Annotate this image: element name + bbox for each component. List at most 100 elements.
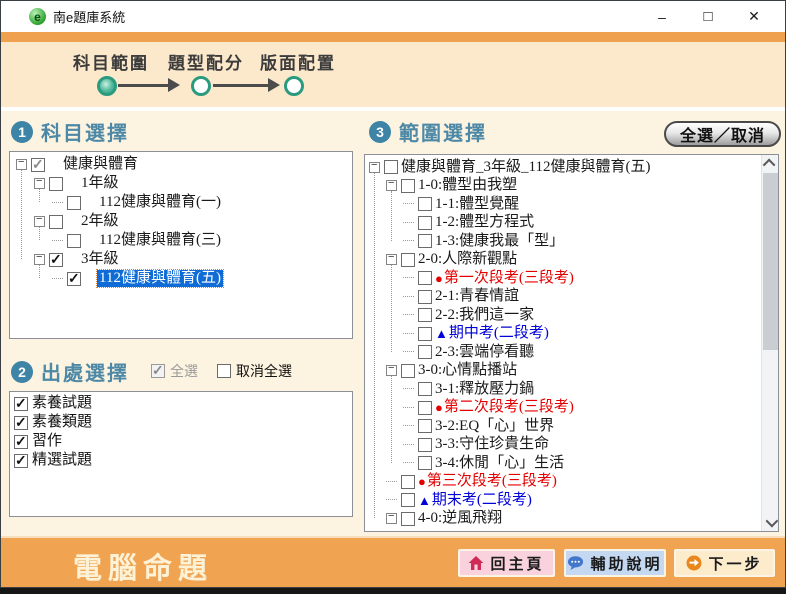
tree-item-label[interactable]: 3年級 [81, 252, 119, 267]
home-button[interactable]: 回主頁 [458, 549, 555, 577]
tree-item[interactable]: 3-0:心情點播站 [365, 362, 761, 381]
collapse-icon[interactable] [386, 513, 397, 524]
tree-item-exam[interactable]: ● 第二次段考(三段考) [365, 399, 761, 418]
checkbox[interactable] [14, 454, 28, 468]
checkbox[interactable] [49, 253, 63, 267]
checkbox[interactable] [14, 416, 28, 430]
tree-item[interactable]: 4-0:逆風飛翔 [365, 510, 761, 529]
list-item[interactable]: 習作 [12, 432, 352, 451]
collapse-icon[interactable] [386, 180, 397, 191]
checkbox[interactable] [401, 253, 415, 267]
tree-item[interactable]: 健康與體育 [10, 155, 352, 174]
tree-item-label[interactable]: 1-3:健康我最「型」 [435, 234, 564, 249]
tree-item-exam[interactable]: ● 第三次段考(三段考) [365, 473, 761, 492]
tree-item-exam[interactable]: ▲ 期末考(二段考) [365, 491, 761, 510]
checkbox[interactable] [418, 216, 432, 230]
collapse-icon[interactable] [386, 365, 397, 376]
tree-item[interactable]: 2-0:人際新觀點 [365, 251, 761, 270]
tree-item-label[interactable]: 112健康與體育(一) [99, 195, 221, 210]
select-all-checkbox[interactable] [151, 364, 165, 378]
checkbox[interactable] [31, 158, 45, 172]
checkbox[interactable] [418, 290, 432, 304]
vertical-scrollbar[interactable] [761, 155, 778, 531]
tree-item-label[interactable]: 健康與體育 [63, 157, 138, 172]
close-button[interactable]: ✕ [731, 8, 777, 25]
tree-item-exam[interactable]: ▲ 期中考(二段考) [365, 325, 761, 344]
checkbox[interactable] [14, 397, 28, 411]
select-all-toggle-button[interactable]: 全選／取消 [664, 121, 781, 147]
collapse-icon[interactable] [369, 162, 380, 173]
checkbox[interactable] [49, 215, 63, 229]
checkbox[interactable] [67, 234, 81, 248]
tree-item[interactable]: 2-1:青春情誼 [365, 288, 761, 307]
checkbox[interactable] [384, 160, 398, 174]
minimize-button[interactable]: – [639, 9, 685, 25]
tree-item[interactable]: 3-1:釋放壓力鍋 [365, 380, 761, 399]
tree-item-label[interactable]: 2-0:人際新觀點 [418, 252, 517, 267]
tree-item-exam[interactable]: ● 第一次段考(三段考) [365, 269, 761, 288]
tree-item-selected[interactable]: 112健康與體育(五) [10, 269, 352, 288]
tree-item[interactable]: 3-4:休閒「心」生活 [365, 454, 761, 473]
scrollbar-thumb[interactable] [763, 173, 778, 350]
deselect-all-control[interactable]: 取消全選 [217, 361, 292, 381]
checkbox[interactable] [418, 438, 432, 452]
collapse-icon[interactable] [16, 159, 27, 170]
checkbox[interactable] [418, 401, 432, 415]
checkbox[interactable] [401, 179, 415, 193]
tree-item-label[interactable]: 1-2:體型方程式 [435, 215, 534, 230]
tree-item-label[interactable]: 1-1:體型覺醒 [435, 197, 519, 212]
tree-item-label[interactable]: 112健康與體育(三) [99, 233, 221, 248]
checkbox[interactable] [418, 419, 432, 433]
checkbox[interactable] [401, 364, 415, 378]
tree-item[interactable]: 1-0:體型由我塑 [365, 177, 761, 196]
tree-item-label[interactable]: 2-1:青春情誼 [435, 289, 519, 304]
tree-item[interactable]: 112健康與體育(一) [10, 193, 352, 212]
list-item[interactable]: 素養試題 [12, 394, 352, 413]
deselect-all-label[interactable]: 取消全選 [236, 361, 292, 381]
list-item-label[interactable]: 習作 [32, 434, 62, 449]
tree-item[interactable]: 2-3:雲端停看聽 [365, 343, 761, 362]
tree-item[interactable]: 3年級 [10, 250, 352, 269]
checkbox[interactable] [401, 493, 415, 507]
tree-item[interactable]: 2-2:我們這一家 [365, 306, 761, 325]
checkbox[interactable] [49, 177, 63, 191]
scroll-up-button[interactable] [762, 155, 779, 172]
tree-item-label[interactable]: 2年級 [81, 214, 119, 229]
checkbox[interactable] [401, 475, 415, 489]
checkbox[interactable] [418, 345, 432, 359]
tree-item[interactable]: 1年級 [10, 174, 352, 193]
list-item-label[interactable]: 精選試題 [32, 453, 92, 468]
scroll-down-button[interactable] [762, 514, 779, 531]
tree-item-label[interactable]: 3-0:心情點播站 [418, 363, 517, 378]
tree-item-label[interactable]: 期末考(二段考) [432, 493, 532, 508]
tree-item-label[interactable]: 112健康與體育(五) [97, 270, 223, 287]
collapse-icon[interactable] [34, 178, 45, 189]
checkbox[interactable] [418, 382, 432, 396]
checkbox[interactable] [418, 308, 432, 322]
deselect-all-checkbox[interactable] [217, 364, 231, 378]
help-button[interactable]: 輔助說明 [564, 549, 666, 577]
collapse-icon[interactable] [34, 216, 45, 227]
list-item[interactable]: 精選試題 [12, 451, 352, 470]
checkbox[interactable] [418, 456, 432, 470]
tree-item-label[interactable]: 3-1:釋放壓力鍋 [435, 382, 534, 397]
checkbox[interactable] [418, 197, 432, 211]
list-item[interactable]: 素養類題 [12, 413, 352, 432]
checkbox[interactable] [418, 327, 432, 341]
tree-item-label[interactable]: 健康與體育_3年級_112健康與體育(五) [401, 160, 650, 175]
checkbox[interactable] [418, 271, 432, 285]
tree-item-label[interactable]: 3-4:休閒「心」生活 [435, 456, 564, 471]
tree-item-label[interactable]: 3-3:守住珍貴生命 [435, 437, 549, 452]
tree-item-label[interactable]: 2-3:雲端停看聽 [435, 345, 534, 360]
tree-item-label[interactable]: 4-0:逆風飛翔 [418, 511, 502, 526]
collapse-icon[interactable] [386, 254, 397, 265]
tree-item-label[interactable]: 第三次段考(三段考) [427, 474, 557, 489]
list-item-label[interactable]: 素養試題 [32, 396, 92, 411]
checkbox[interactable] [418, 234, 432, 248]
tree-item-label[interactable]: 3-2:EQ「心」世界 [435, 419, 554, 434]
select-all-label[interactable]: 全選 [170, 361, 198, 381]
checkbox[interactable] [67, 196, 81, 210]
collapse-icon[interactable] [34, 254, 45, 265]
next-step-button[interactable]: 下一步 [674, 549, 775, 577]
tree-item-label[interactable]: 第二次段考(三段考) [444, 400, 574, 415]
